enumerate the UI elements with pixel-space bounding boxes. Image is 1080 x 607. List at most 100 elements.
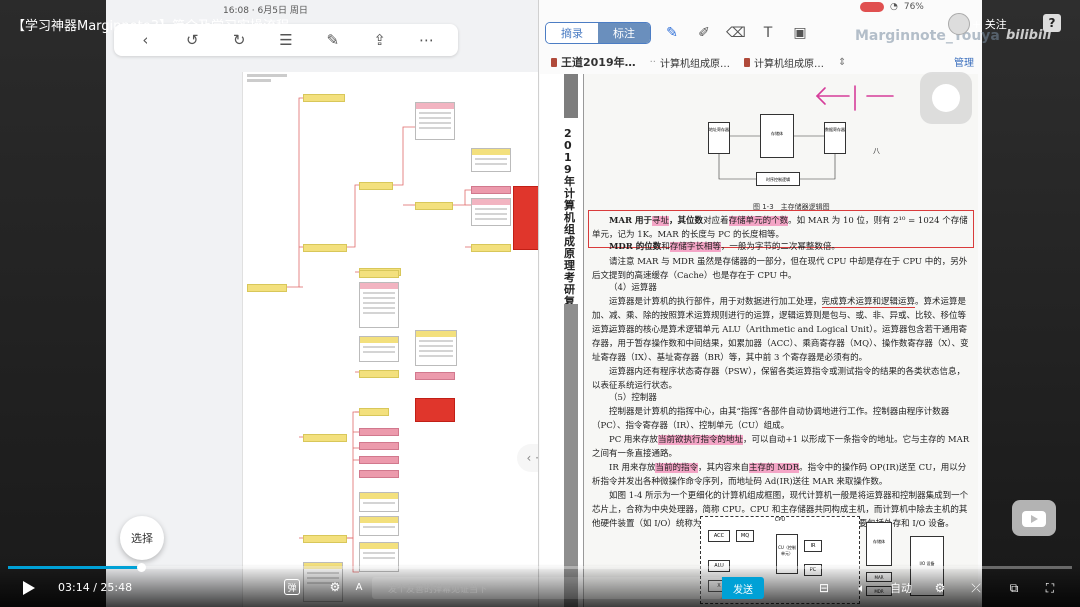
mode-switch: 摘录 标注 xyxy=(545,22,651,44)
edit-icon[interactable]: ✎ xyxy=(322,29,344,51)
book-icon xyxy=(743,57,750,67)
select-button[interactable]: 选择 xyxy=(120,516,164,560)
play-icon[interactable] xyxy=(20,580,36,596)
more-icon[interactable]: ⋯ xyxy=(415,29,437,51)
mindmap-node[interactable] xyxy=(415,202,453,210)
excerpt-tab[interactable]: 摘录 xyxy=(546,23,598,43)
annotate-tab[interactable]: 标注 xyxy=(598,23,650,43)
danmu-input[interactable]: 发个友善的弹幕见证当下 xyxy=(372,577,722,599)
book-icon xyxy=(551,57,557,67)
cpu-ir: IR xyxy=(804,540,822,552)
page-paragraph[interactable]: （4）运算器 xyxy=(592,281,972,295)
mindmap-node[interactable] xyxy=(359,428,399,436)
mindmap-node[interactable] xyxy=(359,182,393,190)
paragraph-text: ，其位数 xyxy=(669,216,704,226)
mindmap-node[interactable] xyxy=(471,186,511,194)
mindmap-highlight-card[interactable] xyxy=(415,398,455,422)
mindmap-card[interactable] xyxy=(359,492,399,512)
recording-indicator xyxy=(860,2,884,12)
mindmap-node[interactable] xyxy=(303,94,345,102)
follow-button[interactable]: + 关注 xyxy=(972,14,1007,34)
mindmap-root-node[interactable] xyxy=(247,284,287,292)
progress-fill xyxy=(8,566,141,569)
danmu-toggle-icon[interactable]: 弹 xyxy=(284,579,300,595)
highlighted-text: 存储字长相等 xyxy=(669,242,721,252)
figure-number: 八 xyxy=(873,147,880,155)
cpu-acc: ACC xyxy=(708,530,730,542)
page-paragraph[interactable]: 运算器内还有程序状态寄存器（PSW），保留各类运算指令或测试指令的结果的各类状态… xyxy=(592,365,972,393)
paragraph-text: 运算器是计算机的执行部件，用于对数据进行加工处理， xyxy=(609,297,822,307)
image-icon[interactable]: ▣ xyxy=(789,22,811,44)
document-tab[interactable]: 王道2019年… xyxy=(551,54,636,70)
mindmap-node[interactable] xyxy=(359,442,399,450)
pip-icon[interactable]: ⧉ xyxy=(1004,579,1024,597)
battery-level: 76% xyxy=(903,2,924,12)
chapter-icon[interactable]: ⊟ xyxy=(814,579,834,597)
mindmap-node[interactable] xyxy=(359,408,389,416)
mindmap-node[interactable] xyxy=(359,370,399,378)
assistive-touch-button[interactable] xyxy=(920,72,972,124)
mindmap-node[interactable] xyxy=(359,270,399,278)
mirror-icon[interactable]: ⤫ xyxy=(966,579,986,597)
mindmap-selected-node[interactable] xyxy=(513,186,539,250)
danmu-style-icon[interactable]: A xyxy=(352,579,366,595)
mindmap-card[interactable] xyxy=(359,516,399,536)
bilibili-tv-icon[interactable] xyxy=(1012,500,1056,536)
highlighter-icon[interactable]: ✐ xyxy=(693,22,715,44)
paragraph-text: 控制器是计算机的指挥中心，由其“指挥”各部件自动协调地进行工作。控制器由程序计数… xyxy=(592,407,950,431)
page-paragraph[interactable]: PC 用来存放当前欲执行指令的地址，可以自动+1 以形成下一条指令的地址。它与主… xyxy=(592,433,972,461)
paragraph-text: MAR 用于 xyxy=(609,216,653,226)
text-box-icon[interactable]: T xyxy=(757,22,779,44)
progress-bar[interactable] xyxy=(8,563,1072,572)
share-icon[interactable]: ⇪ xyxy=(369,29,391,51)
document-tab[interactable]: 计算机组成原… xyxy=(743,55,824,70)
mindmap-card[interactable] xyxy=(471,148,511,172)
mem-storage: 存储体 xyxy=(866,522,892,566)
mindmap-node[interactable] xyxy=(471,244,511,252)
paragraph-text: 和 xyxy=(661,242,670,252)
progress-knob[interactable] xyxy=(137,563,146,572)
page-paragraph[interactable]: 控制器是计算机的指挥中心，由其“指挥”各部件自动协调地进行工作。控制器由程序计数… xyxy=(592,405,972,433)
eraser-icon[interactable]: ⌫ xyxy=(725,22,747,44)
mindmap-node[interactable] xyxy=(303,244,347,252)
page-paragraph[interactable]: 运算器的核心是算术逻辑单元 ALU（Arithmetic and Logical… xyxy=(592,323,972,365)
left-letterbox xyxy=(0,0,106,607)
danmu-settings-icon[interactable]: ⚙ xyxy=(326,579,344,595)
paragraph-text: ，一般为字节的二次幂整数倍。 xyxy=(720,242,840,252)
page-paragraph[interactable]: MDR 的位数和存储字长相等，一般为字节的二次幂整数倍。 xyxy=(592,240,972,254)
mindmap-card[interactable] xyxy=(471,198,511,226)
mindmap-node[interactable] xyxy=(359,456,399,464)
mindmap-node[interactable] xyxy=(415,372,455,380)
mindmap-card[interactable] xyxy=(415,330,457,366)
paragraph-text: IR 用来存放 xyxy=(609,463,656,473)
mindmap-node[interactable] xyxy=(303,434,347,442)
underlined-text: 完成算术运算和逻辑运算 xyxy=(821,297,916,308)
document-tabs: 王道2019年… ·· 计算机组成原… 计算机组成原… ⇕ xyxy=(539,52,983,72)
uploader-avatar[interactable] xyxy=(948,13,970,35)
mindmap-card[interactable] xyxy=(359,282,399,328)
send-button[interactable]: 发送 xyxy=(722,577,764,599)
page-paragraph[interactable]: 请注意 MAR 与 MDR 虽然是存储器的一部分，但在现代 CPU 中却是存在于… xyxy=(592,255,972,283)
settings-icon[interactable]: ⚙ xyxy=(930,579,950,597)
help-icon[interactable]: ? xyxy=(1043,14,1061,32)
mindmap-card[interactable] xyxy=(359,336,399,362)
page-paragraph[interactable]: IR 用来存放当前的指令，其内容来自主存的 MDR。指令中的操作码 OP(IR)… xyxy=(592,461,972,489)
highlighted-text: 寻址 xyxy=(652,216,670,226)
quality-auto[interactable]: 自动 xyxy=(886,579,916,597)
mindmap-canvas[interactable] xyxy=(242,72,539,607)
tab-menu-icon[interactable]: ⇕ xyxy=(838,57,846,68)
page-paragraph[interactable]: MAR 用于寻址，其位数对应着存储单元的个数。如 MAR 为 10 位，则有 2… xyxy=(592,214,972,242)
fullscreen-icon[interactable]: ⛶ xyxy=(1040,579,1060,597)
paragraph-text: 请注意 MAR 与 MDR 虽然是存储器的一部分，但在现代 CPU 中却是存在于… xyxy=(592,257,968,281)
manage-link[interactable]: 管理 xyxy=(954,54,974,69)
volume-icon[interactable]: 🔈︎ xyxy=(852,579,872,597)
document-tab[interactable]: ·· 计算机组成原… xyxy=(650,55,730,70)
highlighted-text: 当前欲执行指令的地址 xyxy=(657,435,743,445)
mindmap-card[interactable] xyxy=(415,102,455,140)
page-paragraph[interactable]: （5）控制器 xyxy=(592,391,972,405)
mindmap-node[interactable] xyxy=(303,535,347,543)
mindmap-node[interactable] xyxy=(359,470,399,478)
highlighted-text: 当前的指令 xyxy=(655,463,698,473)
pen-icon[interactable]: ✎ xyxy=(661,22,683,44)
paragraph-text: PC 用来存放 xyxy=(609,435,658,445)
